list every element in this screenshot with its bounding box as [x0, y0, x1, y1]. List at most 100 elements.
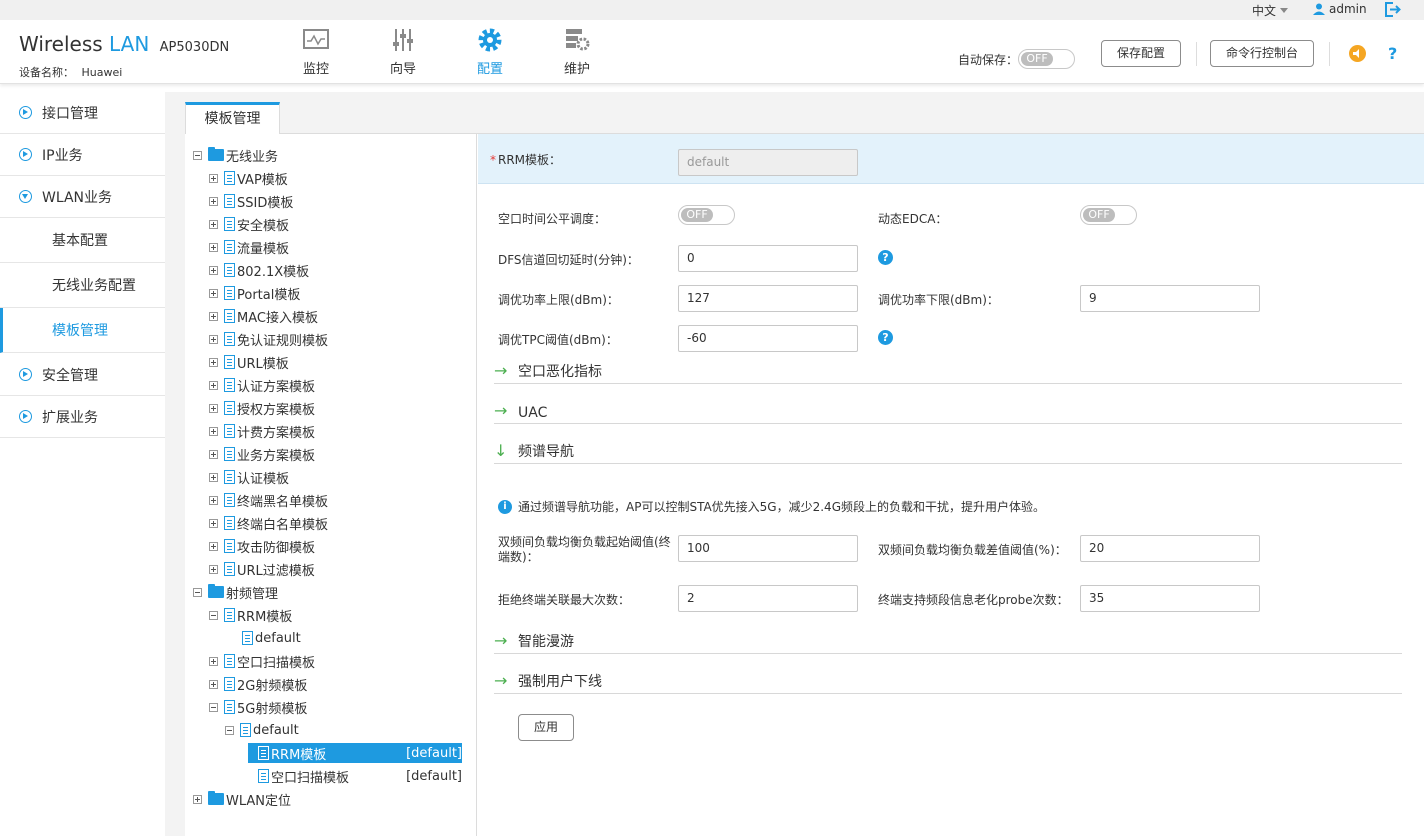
- expand-icon[interactable]: [209, 357, 218, 367]
- tree-node-5g-default[interactable]: default: [225, 720, 299, 740]
- tree-node-template[interactable]: 授权方案模板: [209, 398, 315, 418]
- sidebar-subitem-basic[interactable]: 基本配置: [0, 218, 165, 263]
- tab-template-management[interactable]: 模板管理: [185, 102, 280, 134]
- nav-config[interactable]: 配置: [460, 26, 520, 77]
- section-force-offline[interactable]: → 强制用户下线: [494, 664, 1402, 694]
- tree-node-5g[interactable]: 5G射频模板: [209, 697, 307, 717]
- dfs-delay-input[interactable]: 0: [678, 245, 858, 272]
- language-selector[interactable]: 中文: [1252, 2, 1289, 19]
- tree-node-template[interactable]: 终端黑名单模板: [209, 490, 328, 510]
- expand-icon[interactable]: [209, 288, 218, 298]
- tree-node-rrm[interactable]: RRM模板: [209, 605, 292, 625]
- tree-node-template[interactable]: 流量模板: [209, 237, 289, 257]
- probe-aging-input[interactable]: 35: [1080, 585, 1260, 612]
- expand-icon[interactable]: [193, 794, 202, 804]
- tree-node-template[interactable]: URL模板: [209, 352, 289, 372]
- tree-node-template[interactable]: SSID模板: [209, 191, 293, 211]
- expand-icon[interactable]: [209, 265, 218, 275]
- expand-icon[interactable]: [209, 196, 218, 206]
- tree-node-5g-rrm-selected[interactable]: RRM模板 [default]: [248, 743, 462, 763]
- tree-node-template[interactable]: 安全模板: [209, 214, 289, 234]
- expand-icon[interactable]: [209, 219, 218, 229]
- collapse-icon[interactable]: [193, 150, 202, 160]
- collapse-icon[interactable]: [209, 702, 218, 712]
- power-max-input[interactable]: 127: [678, 285, 858, 312]
- expand-icon[interactable]: [209, 541, 218, 551]
- speaker-icon[interactable]: [1349, 45, 1366, 62]
- expand-icon[interactable]: [209, 656, 218, 666]
- tree-node-wlan-location[interactable]: WLAN定位: [193, 789, 291, 809]
- sliders-icon: [393, 29, 413, 51]
- tree-node-template[interactable]: URL过滤模板: [209, 559, 315, 579]
- expand-icon[interactable]: [209, 472, 218, 482]
- expand-icon[interactable]: [209, 449, 218, 459]
- tpc-threshold-input[interactable]: -60: [678, 325, 858, 352]
- expand-icon[interactable]: [209, 334, 218, 344]
- expand-icon[interactable]: [209, 403, 218, 413]
- expand-icon[interactable]: [209, 495, 218, 505]
- tree-node-2g[interactable]: 2G射频模板: [209, 674, 307, 694]
- help-icon[interactable]: ?: [878, 330, 893, 345]
- rrm-template-label: * RRM模板：: [490, 153, 562, 167]
- folder-open-icon: [208, 147, 224, 161]
- reject-max-input[interactable]: 2: [678, 585, 858, 612]
- tree-node-wireless[interactable]: 无线业务: [193, 145, 278, 165]
- expand-icon[interactable]: [209, 173, 218, 183]
- sidebar-item-interface[interactable]: 接口管理: [0, 92, 165, 134]
- collapse-icon[interactable]: [209, 610, 218, 620]
- tree-node-template[interactable]: 终端白名单模板: [209, 513, 328, 533]
- expand-icon[interactable]: [209, 380, 218, 390]
- logout-button[interactable]: [1384, 1, 1401, 18]
- sidebar-item-security[interactable]: 安全管理: [0, 354, 165, 396]
- tree-node-5g-scan[interactable]: 空口扫描模板 [default]: [248, 766, 462, 786]
- nav-maintenance[interactable]: 维护: [547, 26, 607, 77]
- tree-node-label: 5G射频模板: [237, 701, 308, 717]
- apply-button[interactable]: 应用: [518, 714, 574, 741]
- save-config-button[interactable]: 保存配置: [1101, 40, 1181, 67]
- section-smart-roam[interactable]: → 智能漫游: [494, 624, 1402, 654]
- user-menu[interactable]: admin: [1313, 2, 1367, 16]
- airtime-fair-toggle[interactable]: OFF: [678, 205, 735, 225]
- power-min-input[interactable]: 9: [1080, 285, 1260, 312]
- help-icon[interactable]: ?: [878, 250, 893, 265]
- tree-node-template[interactable]: 计费方案模板: [209, 421, 315, 441]
- sidebar-item-ip[interactable]: IP业务: [0, 134, 165, 176]
- cli-console-button[interactable]: 命令行控制台: [1210, 40, 1314, 67]
- collapse-icon[interactable]: [225, 725, 234, 735]
- tree-node-template[interactable]: 认证模板: [209, 467, 289, 487]
- tree-node-template[interactable]: 802.1X模板: [209, 260, 309, 280]
- tree-node-template[interactable]: MAC接入模板: [209, 306, 318, 326]
- folder-icon: [208, 791, 224, 805]
- tree-node-template[interactable]: 业务方案模板: [209, 444, 315, 464]
- dynamic-edca-toggle[interactable]: OFF: [1080, 205, 1137, 225]
- lb-start-input[interactable]: 100: [678, 535, 858, 562]
- template-icon: [224, 516, 235, 530]
- tree-node-template[interactable]: VAP模板: [209, 168, 288, 188]
- lb-gap-input[interactable]: 20: [1080, 535, 1260, 562]
- help-icon[interactable]: ?: [1388, 44, 1397, 63]
- tree-node-rrm-default[interactable]: default: [242, 628, 301, 648]
- tree-node-template[interactable]: 认证方案模板: [209, 375, 315, 395]
- nav-wizard[interactable]: 向导: [373, 26, 433, 77]
- section-air-degrade[interactable]: → 空口恶化指标: [494, 354, 1402, 384]
- expand-icon[interactable]: [209, 426, 218, 436]
- sidebar-subitem-template[interactable]: 模板管理: [0, 308, 165, 353]
- tree-node-radio[interactable]: 射频管理: [193, 582, 278, 602]
- expand-icon[interactable]: [209, 242, 218, 252]
- tree-node-scan[interactable]: 空口扫描模板: [209, 651, 315, 671]
- sidebar-item-extension[interactable]: 扩展业务: [0, 396, 165, 438]
- autosave-toggle[interactable]: OFF: [1018, 49, 1076, 69]
- collapse-icon[interactable]: [193, 587, 202, 597]
- tree-node-template[interactable]: 免认证规则模板: [209, 329, 328, 349]
- expand-icon[interactable]: [209, 518, 218, 528]
- expand-icon[interactable]: [209, 311, 218, 321]
- sidebar-subitem-wireless[interactable]: 无线业务配置: [0, 263, 165, 308]
- section-uac[interactable]: → UAC: [494, 394, 1402, 424]
- tree-node-template[interactable]: 攻击防御模板: [209, 536, 315, 556]
- expand-icon[interactable]: [209, 679, 218, 689]
- tree-node-template[interactable]: Portal模板: [209, 283, 300, 303]
- sidebar-item-wlan[interactable]: WLAN业务: [0, 176, 165, 218]
- section-band-steering[interactable]: ↓ 频谱导航: [494, 434, 1402, 464]
- expand-icon[interactable]: [209, 564, 218, 574]
- nav-monitor[interactable]: 监控: [286, 26, 346, 77]
